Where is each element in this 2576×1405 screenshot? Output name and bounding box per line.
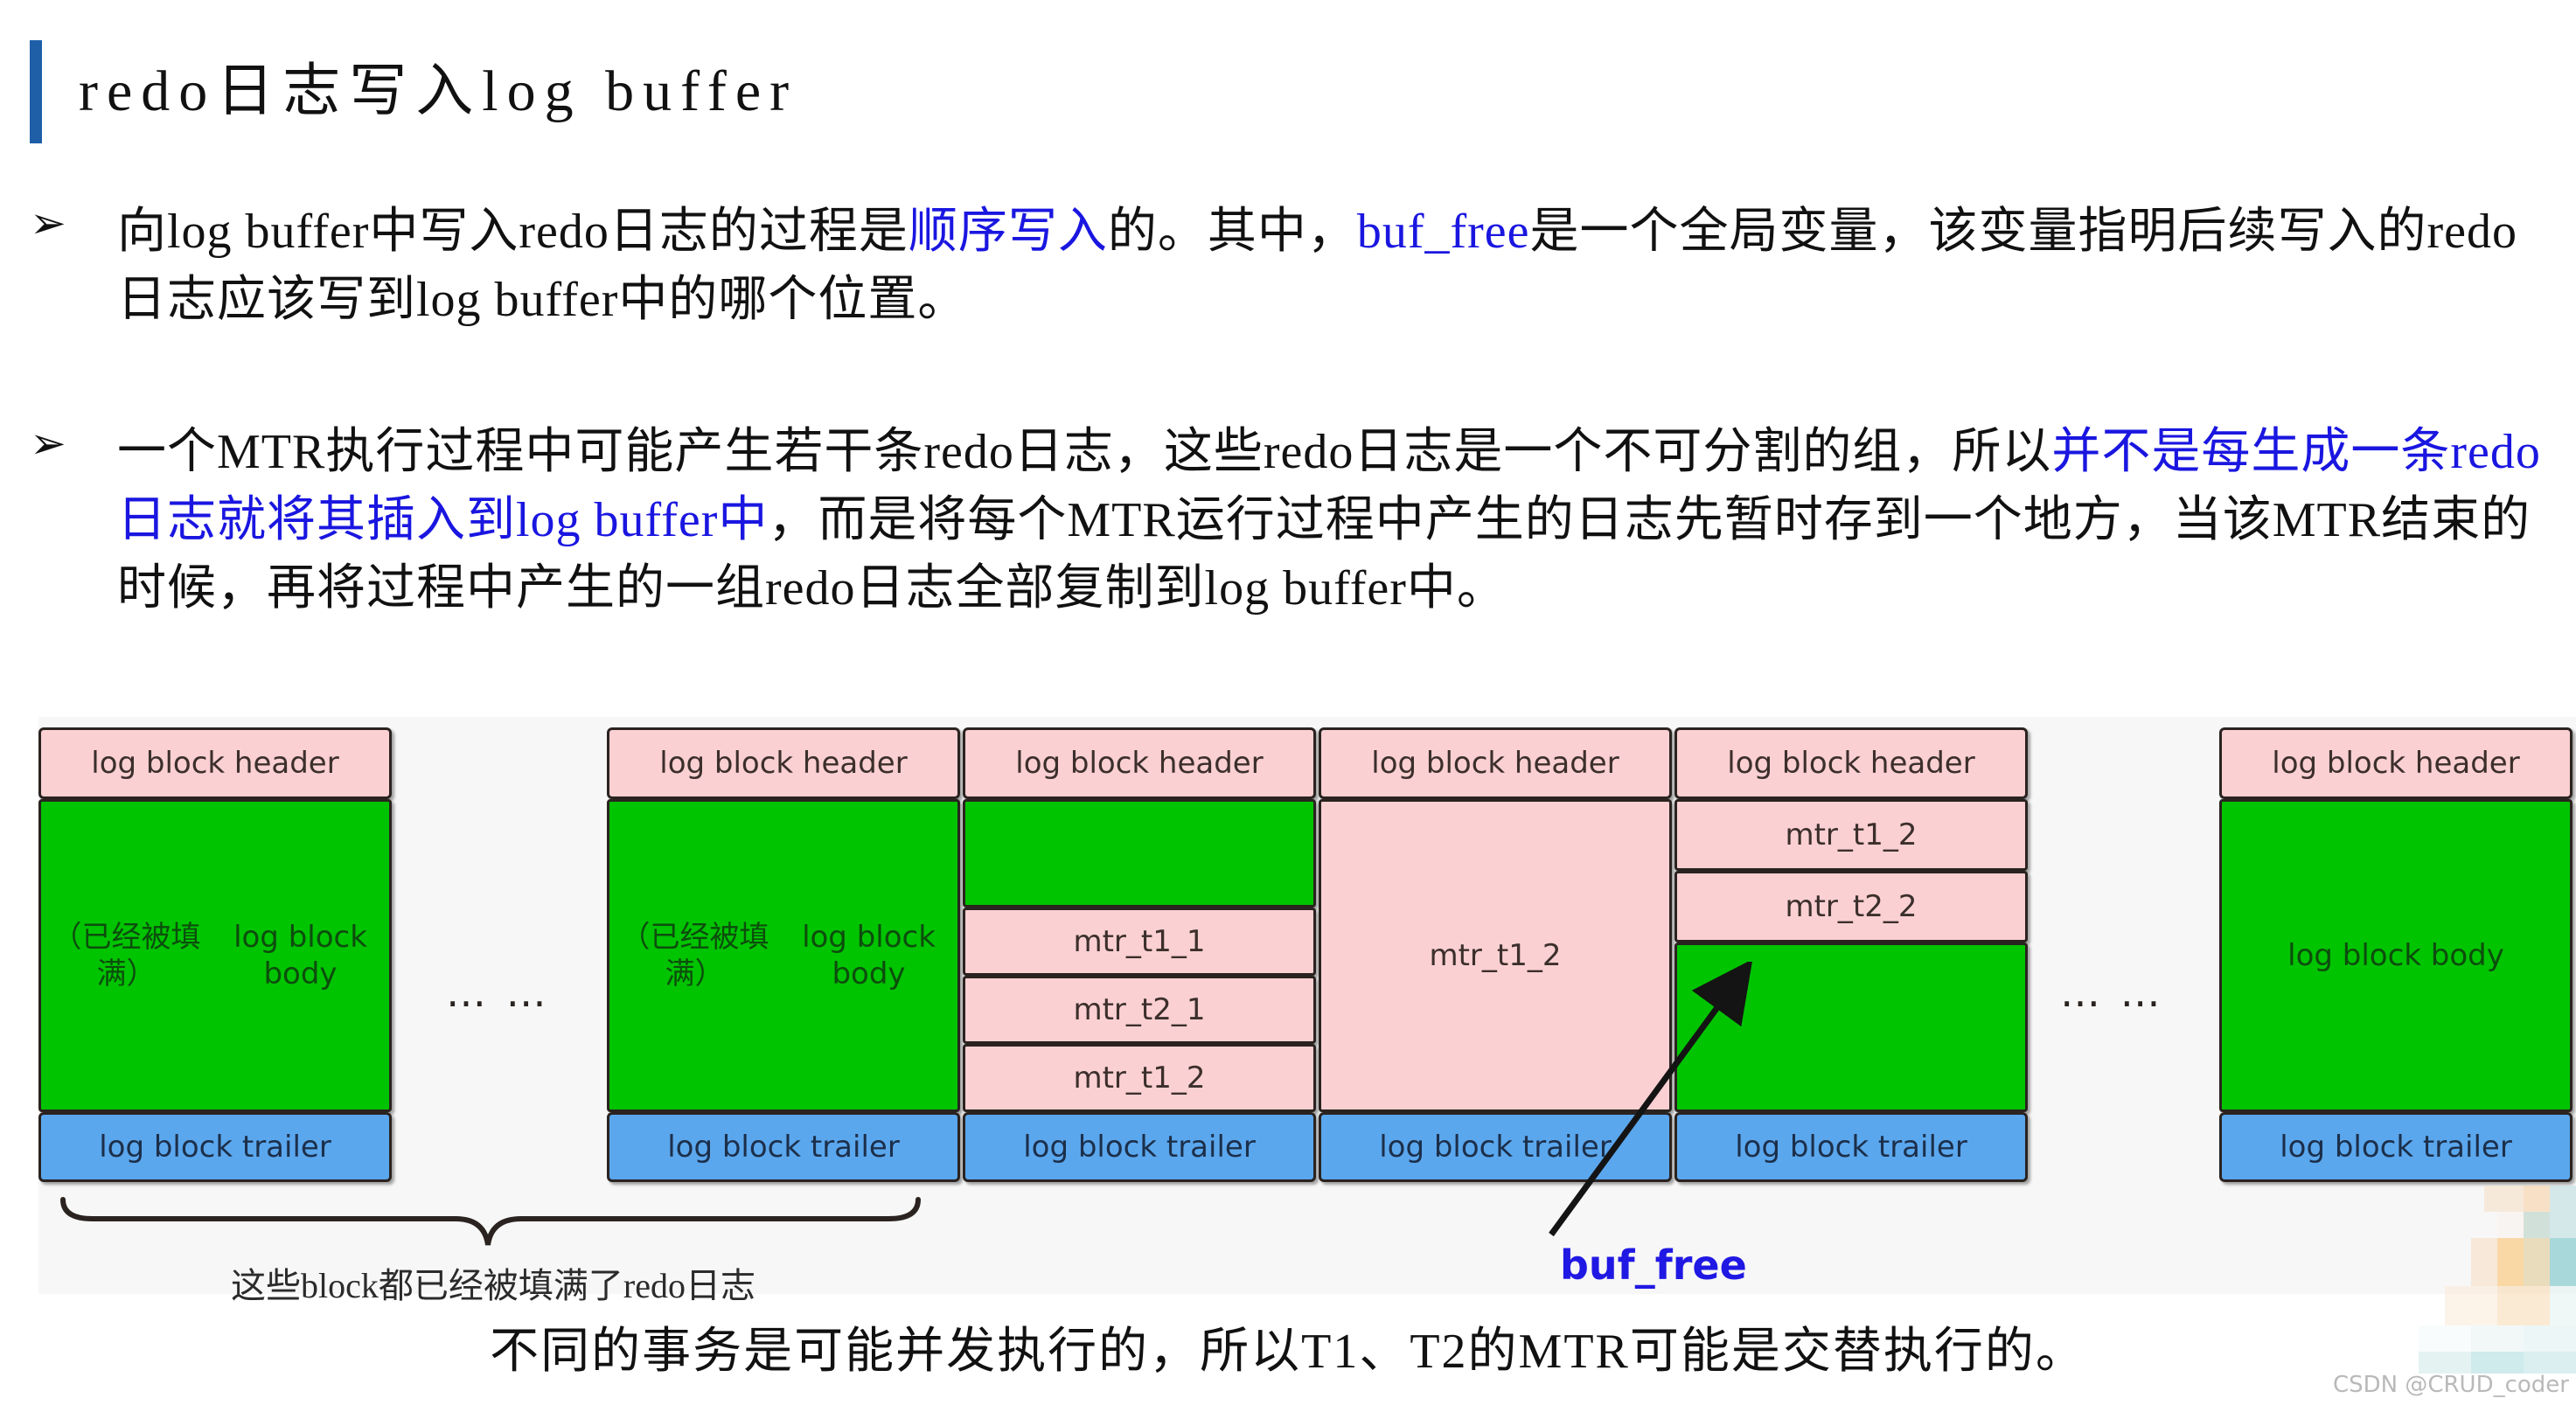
log-block-segment-label: （已经被填满） xyxy=(52,919,201,992)
log-block-trailer: log block trailer xyxy=(38,1112,392,1182)
log-block-header: log block header xyxy=(2219,727,2573,799)
buf-free-label: buf_free xyxy=(1560,1242,1747,1289)
log-block: log block header log block body log block … xyxy=(2219,727,2573,1182)
log-block-header: log block header xyxy=(607,727,960,799)
log-block-segment-label: mtr_t1_2 xyxy=(1073,1060,1206,1095)
log-buffer-diagram: log block header （已经被填满） log block body log… xyxy=(38,717,2576,1305)
log-block-segment-label: log block header xyxy=(1015,745,1264,781)
brace-caption-text: 这些block都已经被填满了redo日志 xyxy=(231,1266,755,1305)
bullet-item-2: ➢ 一个MTR执行过程中可能产生若干条redo日志，这些redo日志是一个不可分… xyxy=(30,418,2557,623)
log-block: log block header mtr_t1_1 mtr_t2_1 mtr_t1_2… xyxy=(963,727,1316,1182)
bullet-arrow-icon: ➢ xyxy=(30,418,66,469)
log-block-segment-label: mtr_t2_1 xyxy=(1073,991,1206,1027)
log-block-segment-label: mtr_t2_2 xyxy=(1785,888,1918,924)
log-block-mtr: mtr_t1_1 xyxy=(963,908,1316,976)
log-block-header: log block header xyxy=(963,727,1316,799)
title-accent-bar xyxy=(30,40,42,143)
log-block-segment-label: mtr_t1_2 xyxy=(1785,817,1918,852)
log-block-trailer: log block trailer xyxy=(607,1112,960,1182)
arrow-svg xyxy=(1549,959,1753,1237)
bullet-2-seg-0: 一个MTR执行过程中可能产生若干条redo日志，这些redo日志是一个不可分割的… xyxy=(117,425,2052,479)
blocks-ellipsis-separator: … … xyxy=(446,969,550,1016)
log-block-segment-label: log block trailer xyxy=(99,1129,331,1165)
slide-title-area: redo日志写入log buffer xyxy=(0,31,2576,145)
bottom-caption: 不同的事务是可能并发执行的，所以T1、T2的MTR可能是交替执行的。 xyxy=(490,1325,2086,1379)
log-block-mtr: mtr_t1_2 xyxy=(1674,799,2028,871)
log-block-body-green xyxy=(963,799,1316,908)
bullet-2-text: 一个MTR执行过程中可能产生若干条redo日志，这些redo日志是一个不可分割的… xyxy=(117,418,2557,623)
bullet-1-seg-0: 向log buffer中写入redo日志的过程是 xyxy=(117,205,909,259)
blocks-ellipsis-separator: … … xyxy=(2060,969,2164,1016)
log-block-mtr: mtr_t2_2 xyxy=(1674,871,2028,942)
log-block: log block header （已经被填满） log block body log… xyxy=(38,727,392,1182)
log-block-segment-label: log block body xyxy=(233,919,367,992)
brace-icon xyxy=(60,1197,921,1246)
bullet-1-seg-1-highlight: 顺序写入 xyxy=(908,205,1108,259)
log-block-segment-label: log block header xyxy=(2272,745,2520,781)
filled-blocks-brace xyxy=(58,1196,932,1250)
log-block-trailer: log block trailer xyxy=(2219,1112,2573,1182)
log-block-header: log block header xyxy=(1319,727,1672,799)
bullet-arrow-icon: ➢ xyxy=(30,198,66,248)
log-block-segment-label: log block trailer xyxy=(1023,1129,1256,1165)
log-block-segment-label: log block header xyxy=(1371,745,1619,781)
buf-free-arrow-icon xyxy=(1525,959,1787,1242)
bullet-item-1: ➢ 向log buffer中写入redo日志的过程是顺序写入的。其中，buf_f… xyxy=(30,198,2557,334)
log-block-mtr: mtr_t1_2 xyxy=(963,1044,1316,1112)
log-block-segment-label: log block header xyxy=(659,745,908,781)
bullet-1-text: 向log buffer中写入redo日志的过程是顺序写入的。其中，buf_fre… xyxy=(117,198,2557,334)
log-block-segment-label: log block body xyxy=(2287,937,2504,973)
log-block-segment-label: log block trailer xyxy=(2280,1129,2512,1165)
log-block-segment-label: （已经被填满） xyxy=(620,919,769,992)
log-block: log block header （已经被填满） log block body log… xyxy=(607,727,960,1182)
log-block-segment-label: log block body xyxy=(802,919,936,992)
log-block-header: log block header xyxy=(38,727,392,799)
log-block-body-green: log block body xyxy=(2219,799,2573,1112)
log-block-header: log block header xyxy=(1674,727,2028,799)
log-block-body-green: （已经被填满） log block body xyxy=(607,799,960,1112)
log-block-segment-label: log block header xyxy=(91,745,339,781)
page-title: redo日志写入log buffer xyxy=(79,59,798,123)
log-block-trailer: log block trailer xyxy=(963,1112,1316,1182)
bullet-1-seg-2: 的。其中， xyxy=(1107,205,1357,259)
log-block-mtr: mtr_t2_1 xyxy=(963,976,1316,1044)
log-block-body-green: （已经被填满） log block body xyxy=(38,799,392,1112)
log-block-segment-label: log block header xyxy=(1727,745,1975,781)
log-block-segment-label: log block trailer xyxy=(667,1129,900,1165)
bullet-1-seg-3-highlight: buf_free xyxy=(1356,205,1530,259)
log-block-segment-label: mtr_t1_1 xyxy=(1073,923,1206,959)
